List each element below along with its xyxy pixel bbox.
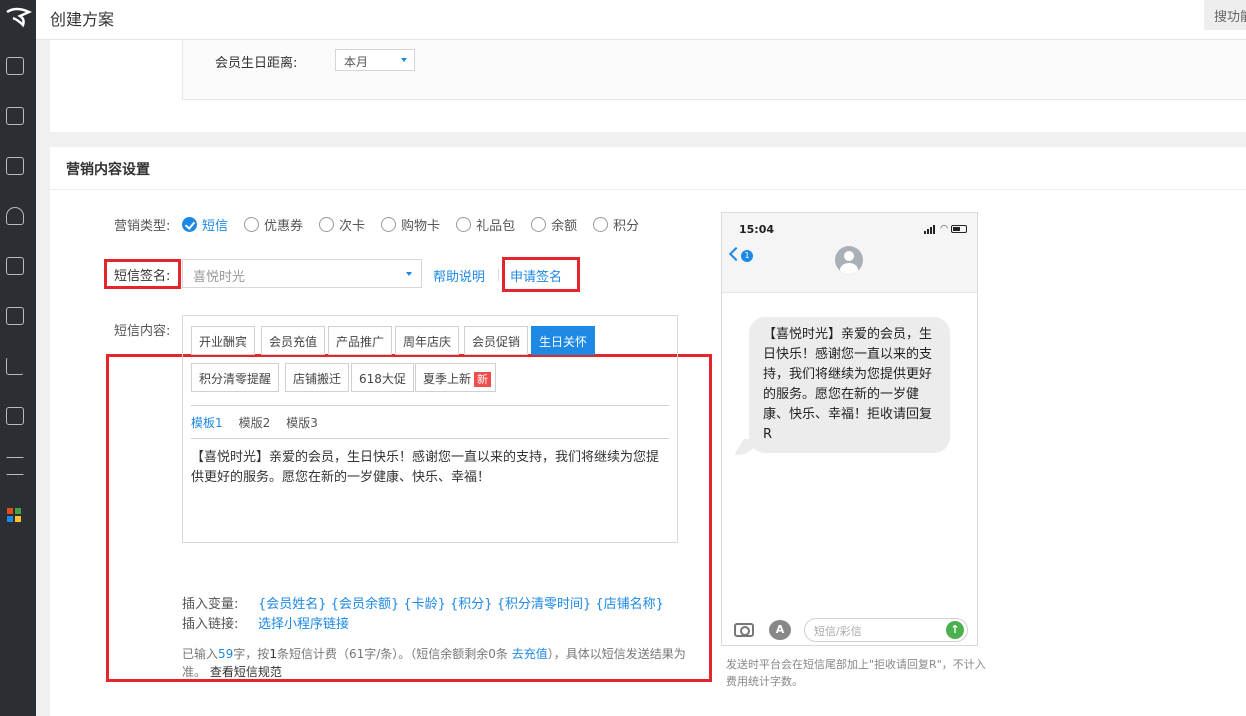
checklist-icon[interactable] — [6, 407, 24, 425]
text-divider — [191, 438, 669, 439]
char-count: 59 — [218, 647, 234, 661]
insert-variable-label: 插入变量: — [182, 597, 239, 612]
marketing-content-card: 营销内容设置 营销类型: 短信 优惠券 次卡 购物卡 礼品包 余额 积分 短信签… — [50, 147, 1246, 716]
goods-icon[interactable] — [6, 157, 24, 175]
sms-text-input[interactable]: 【喜悦时光】亲爱的会员，生日快乐！感谢您一直以来的支持，我们将继续为您提供更好的… — [191, 448, 671, 488]
chevron-down-icon — [406, 272, 412, 276]
category-opening[interactable]: 开业酬宾 — [191, 326, 256, 355]
radio-icon — [456, 216, 472, 232]
sidebar — [0, 0, 36, 716]
template-tabs: 模板1 模版2 模版3 — [191, 414, 334, 431]
radio-icon — [319, 216, 335, 232]
cashier-icon[interactable] — [6, 107, 24, 125]
wifi-icon: ◠ — [940, 224, 948, 234]
unread-badge: 1 — [741, 250, 753, 262]
camera-icon — [734, 623, 754, 637]
category-promotion[interactable]: 产品推广 — [328, 326, 393, 355]
category-relocation[interactable]: 店铺搬迁 — [285, 363, 350, 392]
apps-grid-icon[interactable] — [7, 508, 21, 522]
tab-template-3[interactable]: 模版3 — [286, 414, 318, 431]
app-store-icon: A — [769, 620, 791, 640]
mini-program-link[interactable]: 选择小程序链接 — [258, 613, 349, 632]
tab-template-2[interactable]: 模版2 — [239, 414, 271, 431]
insert-link-label: 插入链接: — [182, 617, 239, 632]
filter-panel: 会员生日距离: 本月 — [182, 40, 1246, 100]
battery-icon — [951, 225, 967, 233]
birthday-distance-value: 本月 — [344, 55, 369, 69]
category-points-reminder[interactable]: 积分清零提醒 — [191, 363, 280, 392]
category-summer-new[interactable]: 夏季上新新 — [415, 363, 497, 392]
apply-signature-link[interactable]: 申请签名 — [510, 266, 562, 285]
function-search-input[interactable]: 搜功能 — [1204, 0, 1246, 30]
signature-select[interactable]: 喜悦时光 — [182, 259, 422, 288]
category-recharge[interactable]: 会员充值 — [261, 326, 326, 355]
radio-icon — [531, 216, 547, 232]
marketing-icon[interactable] — [6, 257, 24, 275]
radio-times-card[interactable]: 次卡 — [319, 215, 365, 234]
tab-template-1[interactable]: 模板1 — [191, 414, 223, 431]
phone-header: 15:04 ◠ 1 — [722, 213, 977, 293]
marketing-type-radio-group: 短信 优惠券 次卡 购物卡 礼品包 余额 积分 — [182, 214, 655, 234]
tabs-divider — [191, 405, 669, 406]
radio-gift-pack[interactable]: 礼品包 — [456, 215, 515, 234]
top-bar: 创建方案 搜功能 — [36, 0, 1246, 40]
send-arrow-icon: ↑ — [946, 621, 964, 639]
page-title: 创建方案 — [50, 10, 115, 29]
phone-time: 15:04 — [739, 223, 775, 236]
brand-logo-icon — [6, 7, 32, 28]
main-content: 会员生日距离: 本月 营销内容设置 营销类型: 短信 优惠券 次卡 购物卡 礼品… — [36, 40, 1246, 716]
sms-rules-link[interactable]: 查看短信规范 — [210, 665, 282, 679]
category-anniversary[interactable]: 周年店庆 — [395, 326, 460, 355]
section-divider — [50, 189, 1246, 190]
new-badge: 新 — [474, 372, 492, 387]
radio-icon — [381, 216, 397, 232]
category-birthday[interactable]: 生日关怀 — [531, 326, 596, 355]
radio-points[interactable]: 积分 — [593, 215, 639, 234]
signal-icon — [924, 224, 936, 234]
contact-avatar-icon — [835, 246, 863, 274]
radio-sms[interactable]: 短信 — [182, 215, 228, 234]
chevron-down-icon — [401, 58, 407, 62]
sms-count: 1 — [269, 647, 277, 661]
sms-content-editor: 开业酬宾 会员充值 产品推广 周年店庆 会员促销 生日关怀 积分清零提醒 店铺搬… — [182, 315, 678, 543]
signature-placeholder: 喜悦时光 — [193, 270, 246, 285]
radio-balance[interactable]: 余额 — [531, 215, 577, 234]
staff-card-icon[interactable] — [6, 307, 24, 325]
category-618[interactable]: 618大促 — [351, 363, 414, 392]
report-chart-icon[interactable] — [6, 357, 24, 375]
marketing-type-label: 营销类型: — [114, 219, 171, 234]
section-title: 营销内容设置 — [66, 162, 150, 178]
help-link[interactable]: 帮助说明 — [433, 266, 485, 285]
sms-count-hint: 已输入59字，按1条短信计费（61字/条）。（短信余额剩余0条 去充值），具体以… — [182, 647, 686, 679]
radio-checked-icon — [182, 216, 197, 232]
radio-coupon[interactable]: 优惠券 — [244, 215, 303, 234]
category-member-promo[interactable]: 会员促销 — [464, 326, 529, 355]
insert-variable-options[interactable]: {会员姓名} {会员余额} {卡龄} {积分} {积分清零时间} {店铺名称} — [258, 593, 664, 612]
link-separator — [498, 269, 499, 281]
filter-card: 会员生日距离: 本月 — [50, 40, 1246, 132]
sms-content-label: 短信内容: — [114, 324, 171, 339]
message-bubble: 【喜悦时光】亲爱的会员，生日快乐！感谢您一直以来的支持，我们将继续为您提供更好的… — [749, 317, 950, 453]
radio-icon — [593, 216, 609, 232]
birthday-distance-label: 会员生日距离: — [215, 56, 298, 71]
recharge-link[interactable]: 去充值 — [512, 647, 548, 661]
settings-sliders-icon[interactable] — [6, 457, 24, 475]
phone-preview: 15:04 ◠ 1 【喜悦时光】亲爱的会员，生日快乐！感谢您一直以来的支持，我们… — [721, 212, 978, 646]
phone-message-input: 短信/彩信 ↑ — [804, 618, 968, 642]
birthday-distance-select[interactable]: 本月 — [335, 49, 415, 71]
phone-preview-note: 发送时平台会在短信尾部加上"拒收请回复R"，不计入费用统计字数。 — [726, 658, 986, 688]
member-vip-icon[interactable] — [6, 207, 24, 225]
radio-icon — [244, 216, 260, 232]
status-icons: ◠ — [924, 224, 967, 234]
radio-shopping-card[interactable]: 购物卡 — [381, 215, 440, 234]
signature-label: 短信签名: — [114, 269, 171, 284]
home-icon[interactable] — [6, 57, 24, 75]
